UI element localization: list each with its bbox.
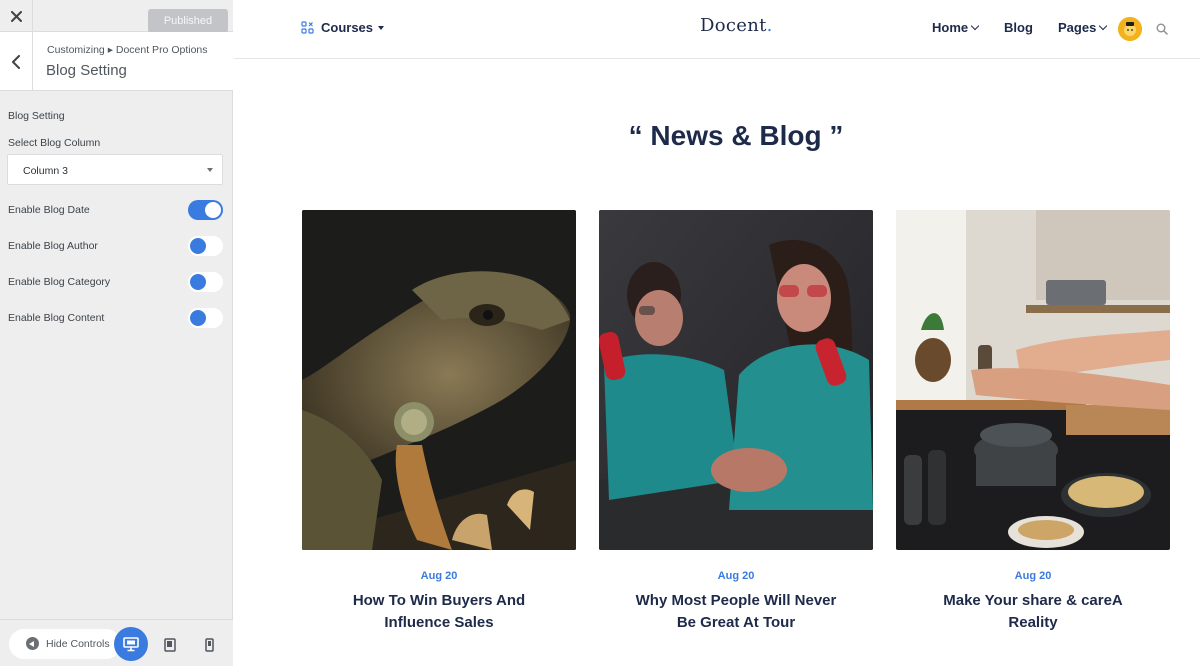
blog-column-value: Column 3 bbox=[23, 165, 68, 177]
courses-menu[interactable]: Courses bbox=[301, 20, 385, 35]
post-title-line: Influence Sales bbox=[384, 614, 494, 631]
courses-label: Courses bbox=[321, 20, 374, 35]
toggle-row-blog-date: Enable Blog Date bbox=[0, 199, 233, 221]
customizer-sidebar: Published Customizing ▸ Docent Pro Optio… bbox=[0, 0, 233, 666]
desktop-preview-button[interactable] bbox=[114, 627, 148, 661]
avatar-icon bbox=[1118, 17, 1142, 41]
logo-text: Docent bbox=[700, 15, 767, 36]
chevron-down-icon bbox=[1099, 21, 1108, 30]
nav-pages-label: Pages bbox=[1058, 20, 1097, 35]
search-icon bbox=[1156, 23, 1168, 35]
toggle-label: Enable Blog Content bbox=[8, 312, 105, 324]
blog-category-toggle[interactable] bbox=[188, 272, 223, 292]
mobile-preview-button[interactable] bbox=[192, 628, 226, 662]
kitchen-cooking-photo bbox=[896, 210, 1170, 550]
post-title-3[interactable]: Make Your share & careA Reality bbox=[896, 590, 1170, 634]
post-title-line: How To Win Buyers And bbox=[352, 592, 526, 609]
two-women-soda-photo bbox=[599, 210, 873, 550]
chevron-down-icon bbox=[970, 21, 980, 30]
desktop-icon bbox=[123, 636, 139, 651]
post-title-line: Reality bbox=[1008, 614, 1058, 631]
toggle-row-blog-content: Enable Blog Content bbox=[0, 307, 233, 329]
breadcrumb: Customizing ▸ Docent Pro Options bbox=[47, 44, 208, 56]
back-button[interactable] bbox=[0, 32, 33, 91]
blog-author-toggle[interactable] bbox=[188, 236, 223, 256]
user-avatar[interactable] bbox=[1118, 17, 1142, 41]
close-icon bbox=[10, 10, 22, 22]
toggle-label: Enable Blog Date bbox=[8, 204, 90, 216]
caret-down-icon bbox=[378, 25, 385, 30]
grid-icon bbox=[301, 21, 314, 34]
chevron-left-icon bbox=[12, 54, 20, 69]
customizer-footer: Hide Controls bbox=[0, 619, 233, 666]
blog-column-select[interactable]: Column 3 bbox=[7, 154, 223, 185]
post-title-line: Make Your share & careA bbox=[943, 592, 1123, 609]
section-title: “ News & Blog ” bbox=[628, 120, 844, 151]
publish-button[interactable]: Published bbox=[148, 9, 228, 33]
post-image-1[interactable] bbox=[302, 210, 576, 550]
tablet-preview-button[interactable] bbox=[153, 628, 187, 662]
toggle-knob bbox=[205, 202, 221, 218]
blog-date-toggle[interactable] bbox=[188, 200, 223, 220]
toggle-knob bbox=[190, 274, 206, 290]
post-date-3: Aug 20 bbox=[1014, 570, 1052, 582]
toggle-label: Enable Blog Author bbox=[8, 240, 98, 252]
toggle-knob bbox=[190, 310, 206, 326]
nav-pages[interactable]: Pages bbox=[1058, 20, 1108, 35]
post-date-1: Aug 20 bbox=[420, 570, 458, 582]
close-customizer-button[interactable] bbox=[0, 0, 33, 32]
mobile-icon bbox=[204, 638, 214, 652]
post-image-2[interactable] bbox=[599, 210, 873, 550]
customizer-top-bar: Published bbox=[0, 0, 233, 33]
blog-content-toggle[interactable] bbox=[188, 308, 223, 328]
post-title-line: Be Great At Tour bbox=[676, 614, 796, 631]
tablet-icon bbox=[164, 638, 176, 652]
post-title-line: Why Most People Will Never bbox=[635, 592, 837, 609]
iguana-photo bbox=[302, 210, 576, 550]
site-logo[interactable]: Docent. bbox=[700, 15, 773, 36]
nav-blog[interactable]: Blog bbox=[1004, 20, 1033, 35]
logo-dot: . bbox=[766, 15, 773, 36]
site-header: Courses Docent. Home Blog Pages bbox=[234, 0, 1200, 59]
blog-column-label: Select Blog Column bbox=[8, 137, 101, 149]
post-date-2: Aug 20 bbox=[717, 570, 755, 582]
toggle-label: Enable Blog Category bbox=[8, 276, 111, 288]
nav-home[interactable]: Home bbox=[932, 20, 980, 35]
arrow-left-circle-icon bbox=[26, 637, 39, 650]
caret-down-icon bbox=[207, 168, 213, 172]
site-preview: Courses Docent. Home Blog Pages “ News &… bbox=[234, 0, 1200, 666]
panel-header: Customizing ▸ Docent Pro Options Blog Se… bbox=[0, 32, 233, 91]
nav-blog-label: Blog bbox=[1004, 20, 1033, 35]
nav-home-label: Home bbox=[932, 20, 969, 35]
hide-controls-button[interactable]: Hide Controls bbox=[9, 629, 121, 659]
post-title-1[interactable]: How To Win Buyers And Influence Sales bbox=[302, 590, 576, 634]
toggle-row-blog-author: Enable Blog Author bbox=[0, 235, 233, 257]
panel-title: Blog Setting bbox=[46, 62, 127, 79]
toggle-row-blog-category: Enable Blog Category bbox=[0, 271, 233, 293]
search-button[interactable] bbox=[1156, 22, 1168, 40]
section-label: Blog Setting bbox=[8, 110, 65, 122]
toggle-knob bbox=[190, 238, 206, 254]
hide-controls-label: Hide Controls bbox=[46, 638, 110, 650]
post-image-3[interactable] bbox=[896, 210, 1170, 550]
post-title-2[interactable]: Why Most People Will Never Be Great At T… bbox=[599, 590, 873, 634]
